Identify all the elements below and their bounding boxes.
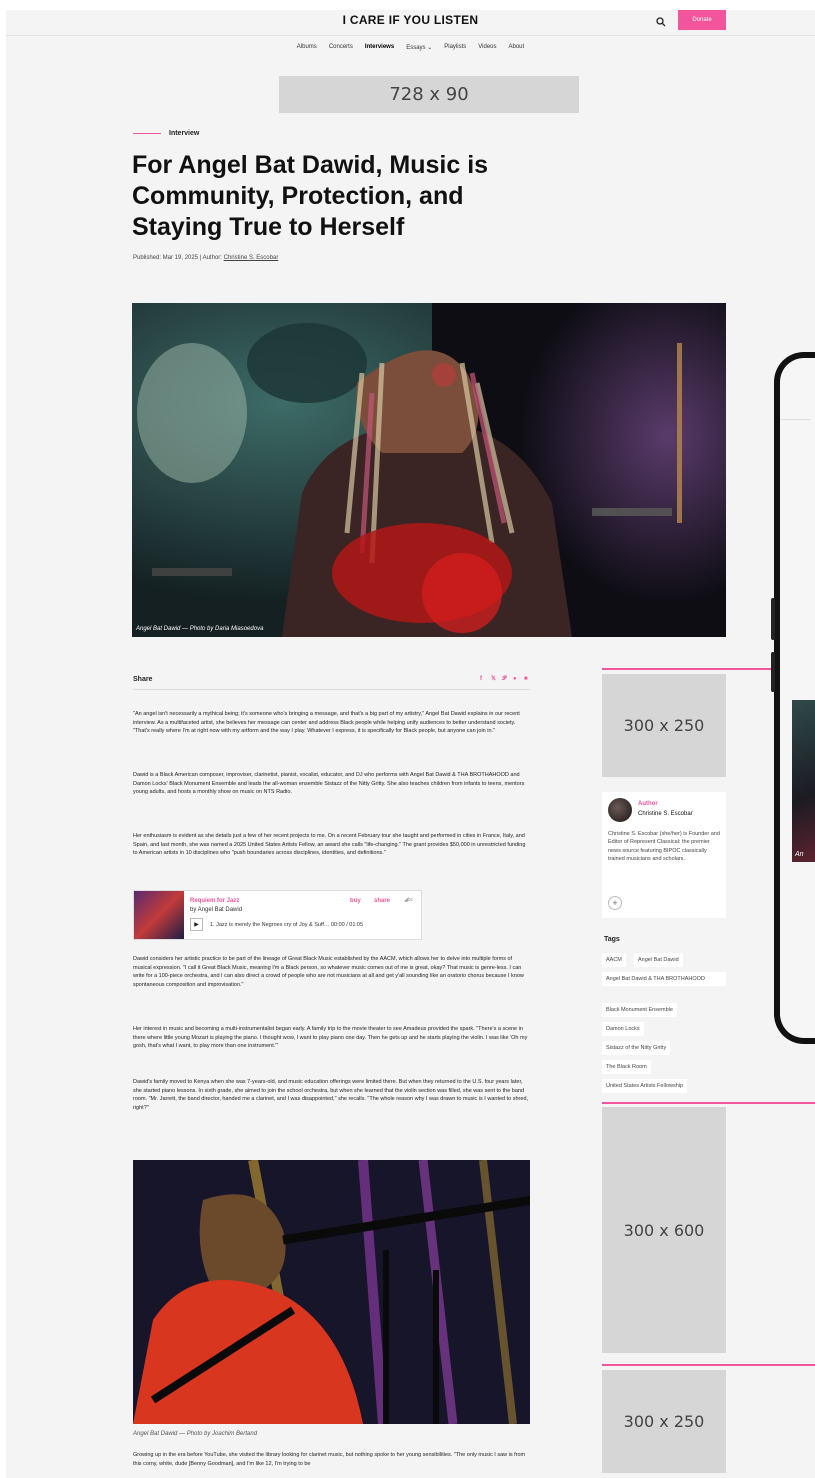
pinterest-icon[interactable]: 𝒫 [502, 676, 508, 682]
sidebar-ad-rect-2[interactable]: 300 x 250 [602, 1370, 726, 1473]
avatar[interactable] [608, 798, 632, 822]
nav-about[interactable]: About [509, 44, 525, 51]
author-card: Author Christine S. Escobar Christine S.… [602, 792, 726, 918]
phone-header-divider [780, 419, 810, 420]
hero-photo-image [132, 303, 726, 637]
share-bar: Share f 𝕏 𝒫 ● ■ [133, 676, 530, 690]
message-icon[interactable]: ● [513, 676, 519, 682]
paragraph-1: "An angel isn't necessarily a mythical b… [133, 711, 520, 735]
play-icon[interactable]: ▶ [190, 918, 203, 931]
plus-icon[interactable]: + [608, 896, 622, 910]
tags-heading: Tags [604, 936, 620, 943]
nav-concerts[interactable]: Concerts [329, 44, 353, 51]
tag-black-monument-ensemble[interactable]: Black Monument Ensemble [602, 1003, 677, 1017]
author-link[interactable]: Christine S. Escobar [224, 255, 279, 261]
phone-caption: An [795, 851, 804, 858]
article-meta: Published: Mar 19, 2025 | Author: Christ… [133, 255, 278, 261]
facebook-icon[interactable]: f [480, 676, 486, 682]
album-art[interactable] [134, 891, 184, 939]
x-icon[interactable]: 𝕏 [491, 676, 497, 682]
phone-hero-photo: An [792, 700, 815, 862]
paragraph-3: Her enthusiasm is evident as she details… [133, 833, 526, 857]
phone-side-button [771, 598, 775, 640]
second-photo-caption: Angel Bat Dawid — Photo by Joachim Berta… [133, 1431, 258, 1437]
tag-the-black-room[interactable]: The Black Room [602, 1060, 651, 1074]
tag-angel-bat-dawid[interactable]: Angel Bat Dawid [634, 953, 683, 967]
phone-side-button [771, 652, 775, 692]
bandcamp-icon[interactable]: ◢bc [404, 897, 413, 903]
page: I CARE IF YOU LISTEN Donate Albums Conce… [6, 10, 815, 1478]
paragraph-5: Her interest in music and becoming a mul… [133, 1026, 528, 1050]
sidebar-divider [602, 1102, 815, 1104]
category-kicker: Interview [133, 130, 199, 137]
email-icon[interactable]: ■ [524, 676, 530, 682]
share-icons: f 𝕏 𝒫 ● ■ [480, 676, 530, 682]
donate-button[interactable]: Donate [678, 10, 726, 30]
paragraph-4: Dawid considers her artistic practice to… [133, 956, 524, 988]
hero-photo [132, 303, 726, 637]
hero-caption: Angel Bat Dawid — Photo by Daria Miasoed… [136, 626, 264, 632]
article-title: For Angel Bat Dawid, Music is Community,… [132, 151, 489, 241]
sidebar-ad-skyscraper[interactable]: 300 x 600 [602, 1107, 726, 1353]
nav-essays[interactable]: Essays ⌄ [406, 44, 432, 51]
search-icon[interactable] [655, 16, 667, 28]
phone-mockup [774, 352, 815, 1044]
author-bio: Christine S. Escobar (she/her) is Founde… [608, 831, 720, 863]
track-info[interactable]: 1. Jazz is merely the Negroes cry of Joy… [210, 922, 363, 928]
player-share-link[interactable]: share [374, 898, 390, 904]
album-title[interactable]: Requiem for Jazz [190, 898, 239, 904]
nav-interviews[interactable]: Interviews [365, 44, 394, 51]
site-header: I CARE IF YOU LISTEN Donate [6, 10, 815, 36]
paragraph-2: Dawid is a Black American composer, impr… [133, 772, 525, 796]
published-text: Published: Mar 19, 2025 | Author: [133, 255, 224, 261]
tag-aacm[interactable]: AACM [602, 953, 626, 967]
tag-usa-fellowship[interactable]: United States Artists Fellowship [602, 1079, 688, 1093]
buy-link[interactable]: buy [350, 898, 361, 904]
second-photo [133, 1160, 530, 1424]
main-nav: Albums Concerts Interviews Essays ⌄ Play… [6, 44, 815, 51]
nav-albums[interactable]: Albums [297, 44, 317, 51]
leaderboard-ad[interactable]: 728 x 90 [279, 76, 579, 113]
tag-damon-locks[interactable]: Damon Locks [602, 1022, 644, 1036]
category-label[interactable]: Interview [169, 130, 199, 137]
sidebar-ad-rect-1[interactable]: 300 x 250 [602, 674, 726, 777]
author-name[interactable]: Christine S. Escobar [638, 811, 693, 817]
bandcamp-player: Requiem for Jazz by Angel Bat Dawid buy … [133, 890, 422, 940]
album-artist[interactable]: by Angel Bat Dawid [190, 907, 242, 913]
nav-videos[interactable]: Videos [478, 44, 496, 51]
kicker-line [133, 133, 161, 134]
second-photo-image [133, 1160, 530, 1424]
author-label: Author [638, 801, 658, 807]
nav-playlists[interactable]: Playlists [444, 44, 466, 51]
paragraph-6: Dawid's family moved to Kenya when she w… [133, 1079, 529, 1111]
tag-sistazz[interactable]: Sistazz of the Nitty Gritty [602, 1041, 671, 1055]
paragraph-7: Growing up in the era before YouTube, sh… [133, 1452, 526, 1467]
share-label: Share [133, 676, 153, 683]
tag-tha-brothahood[interactable]: Angel Bat Dawid & THA BROTHAHOOD [602, 972, 726, 986]
sidebar-divider [602, 1364, 815, 1366]
